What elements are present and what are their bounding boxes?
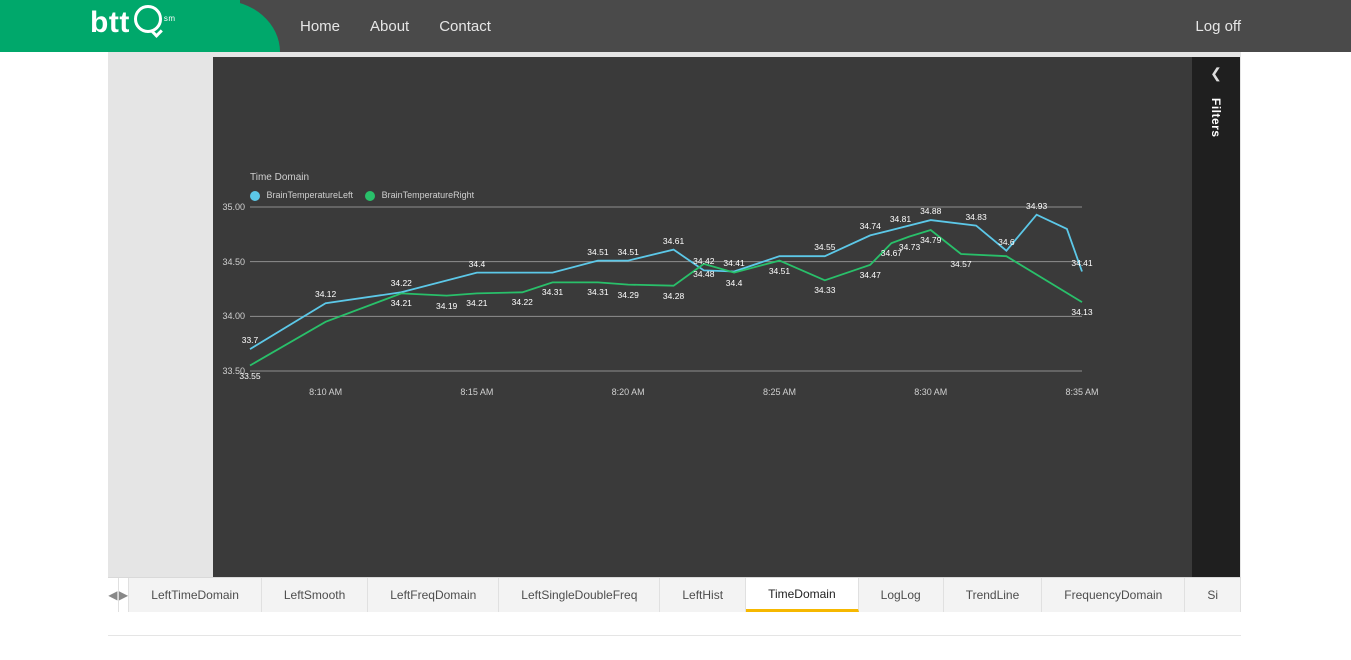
tabs-scroll-right-icon[interactable]: ▶ [119, 578, 130, 612]
chart-plot-area[interactable]: 33.5034.0034.5035.00 8:10 AM8:15 AM8:20 … [250, 207, 1082, 371]
brand-text: btt [90, 6, 130, 40]
x-tick-label: 8:10 AM [296, 387, 356, 397]
data-label: 34.6 [998, 237, 1015, 247]
nav-contact[interactable]: Contact [439, 18, 491, 35]
data-label: 33.7 [242, 335, 259, 345]
nav-about[interactable]: About [370, 18, 409, 35]
data-label: 34.41 [723, 258, 744, 268]
x-tick-label: 8:20 AM [598, 387, 658, 397]
data-label: 34.51 [587, 247, 608, 257]
data-label: 34.88 [920, 206, 941, 216]
chart-legend: BrainTemperatureLeft BrainTemperatureRig… [250, 190, 474, 201]
data-label: 34.13 [1071, 307, 1092, 317]
nav-links: Home About Contact [300, 18, 491, 35]
chart-title: Time Domain [250, 172, 309, 183]
x-tick-label: 8:35 AM [1052, 387, 1112, 397]
data-label: 34.22 [512, 297, 533, 307]
top-nav: btt sm Home About Contact Log off [0, 0, 1351, 52]
data-label: 34.42 [693, 256, 714, 266]
tab-loglog[interactable]: LogLog [859, 578, 944, 612]
brand-mark-icon [134, 5, 162, 33]
tab-leftfreqdomain[interactable]: LeftFreqDomain [368, 578, 499, 612]
legend-swatch-left [250, 191, 260, 201]
legend-swatch-right [365, 191, 375, 201]
data-label: 34.31 [587, 287, 608, 297]
filters-panel-collapsed[interactable]: ❮ Filters [1192, 57, 1240, 577]
legend-label-left: BrainTemperatureLeft [267, 190, 354, 200]
data-label: 34.4 [469, 259, 486, 269]
filters-expand-icon[interactable]: ❮ [1192, 57, 1240, 82]
legend-item-right[interactable]: BrainTemperatureRight [365, 190, 474, 201]
data-label: 34.19 [436, 301, 457, 311]
data-label: 34.55 [814, 242, 835, 252]
data-label: 34.57 [950, 259, 971, 269]
data-label: 33.55 [239, 371, 260, 381]
nav-home[interactable]: Home [300, 18, 340, 35]
legend-item-left[interactable]: BrainTemperatureLeft [250, 190, 353, 201]
data-label: 34.41 [1071, 258, 1092, 268]
brand-logo[interactable]: btt sm [90, 6, 175, 40]
data-label: 34.83 [965, 212, 986, 222]
data-label: 34.31 [542, 287, 563, 297]
data-label: 34.12 [315, 289, 336, 299]
footer-divider [108, 635, 1241, 636]
y-tick-label: 34.50 [215, 257, 245, 267]
x-tick-label: 8:25 AM [749, 387, 809, 397]
x-tick-label: 8:30 AM [901, 387, 961, 397]
y-tick-label: 35.00 [215, 202, 245, 212]
data-label: 34.93 [1026, 201, 1047, 211]
data-label: 34.4 [726, 278, 743, 288]
x-tick-label: 8:15 AM [447, 387, 507, 397]
tab-timedomain[interactable]: TimeDomain [746, 578, 859, 612]
tabs-scroll-left-icon[interactable]: ◀ [108, 578, 119, 612]
data-label: 34.47 [860, 270, 881, 280]
tab-frequencydomain[interactable]: FrequencyDomain [1042, 578, 1185, 612]
report-tabs: ◀ ▶ LeftTimeDomainLeftSmoothLeftFreqDoma… [108, 577, 1241, 612]
data-label: 34.21 [391, 298, 412, 308]
data-label: 34.79 [920, 235, 941, 245]
filters-label: Filters [1209, 98, 1223, 138]
data-label: 34.81 [890, 214, 911, 224]
data-label: 34.21 [466, 298, 487, 308]
tab-trendline[interactable]: TrendLine [944, 578, 1043, 612]
tab-lefthist[interactable]: LeftHist [660, 578, 746, 612]
tab-leftsmooth[interactable]: LeftSmooth [262, 578, 368, 612]
logoff-link[interactable]: Log off [1195, 18, 1241, 35]
tab-lefttimedomain[interactable]: LeftTimeDomain [129, 578, 262, 612]
brand-block: btt sm [0, 0, 240, 52]
data-label: 34.73 [899, 242, 920, 252]
data-label: 34.51 [769, 266, 790, 276]
tab-si[interactable]: Si [1185, 578, 1241, 612]
data-label: 34.29 [618, 290, 639, 300]
data-label: 34.51 [618, 247, 639, 257]
legend-label-right: BrainTemperatureRight [382, 190, 475, 200]
data-label: 34.74 [860, 221, 881, 231]
tab-leftsingledoublefreq[interactable]: LeftSingleDoubleFreq [499, 578, 660, 612]
brand-mark-sup: sm [164, 14, 176, 23]
y-tick-label: 34.00 [215, 311, 245, 321]
data-label: 34.48 [693, 269, 714, 279]
data-label: 34.33 [814, 285, 835, 295]
data-label: 34.61 [663, 236, 684, 246]
data-label: 34.28 [663, 291, 684, 301]
data-label: 34.22 [391, 278, 412, 288]
